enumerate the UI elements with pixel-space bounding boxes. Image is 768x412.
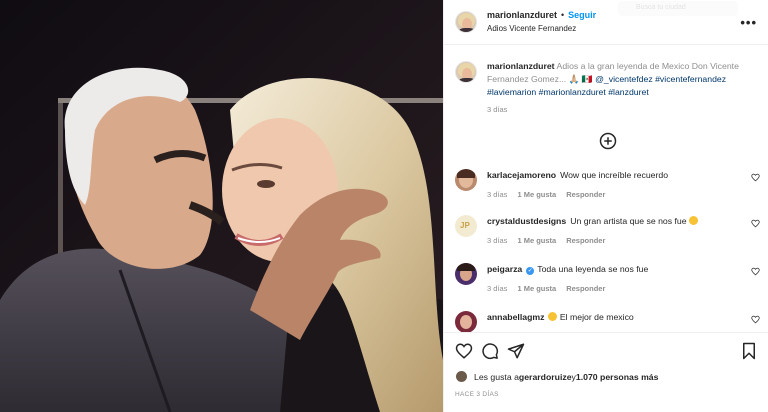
- verified-badge-icon: ✓: [526, 267, 535, 275]
- bookmark-icon[interactable]: [740, 342, 758, 360]
- comment-heart-icon[interactable]: [751, 315, 760, 324]
- post-side-panel: Busca tu ciudad marionlanzduret • Seguir…: [443, 0, 768, 412]
- comment-heart-icon[interactable]: [751, 219, 760, 228]
- paper-plane-icon[interactable]: [507, 342, 525, 360]
- comment-text: Toda una leyenda se nos fue: [537, 264, 649, 274]
- likes-summary[interactable]: Les gusta a gerardoruize y 1.070 persona…: [455, 370, 658, 383]
- commenter-username[interactable]: crystaldustdesigns: [487, 216, 566, 226]
- comment-item: karlacejamoreno Wow que increíble recuerd…: [455, 169, 760, 199]
- location-link[interactable]: Adios Vicente Fernandez: [487, 22, 596, 35]
- more-icon[interactable]: •••: [740, 15, 757, 30]
- comment-likes[interactable]: 1 Me gusta: [517, 190, 556, 199]
- post-date: HACE 3 DÍAS: [455, 391, 499, 398]
- comment-likes[interactable]: 1 Me gusta: [517, 236, 556, 245]
- commenter-username[interactable]: peigarza: [487, 264, 522, 274]
- comment-text: Wow que increíble recuerdo: [560, 170, 669, 180]
- caption-username[interactable]: marionlanzduret: [487, 61, 555, 71]
- post-actions: Les gusta a gerardoruize y 1.070 persona…: [444, 332, 768, 412]
- comment-icon[interactable]: [481, 342, 499, 360]
- heart-icon[interactable]: [455, 342, 473, 360]
- caption-text: marionlanzduret Adios a la gran leyenda …: [487, 60, 757, 99]
- comment-heart-icon[interactable]: [751, 267, 760, 276]
- comment-item: JP crystaldustdesigns Un gran artista que…: [455, 215, 760, 245]
- post-header: marionlanzduret • Seguir Adios Vicente F…: [444, 0, 768, 45]
- header-text: marionlanzduret • Seguir Adios Vicente F…: [487, 9, 596, 35]
- reply-button[interactable]: Responder: [566, 284, 605, 293]
- plus-circle-icon[interactable]: [599, 132, 617, 150]
- comment-likes[interactable]: 1 Me gusta: [517, 284, 556, 293]
- likes-user[interactable]: gerardoruize: [519, 372, 572, 382]
- comments-list[interactable]: marionlanzduret Adios a la gran leyenda …: [444, 45, 768, 332]
- likes-prefix: Les gusta a: [474, 371, 519, 382]
- comment-text: El mejor de mexico: [559, 312, 634, 322]
- post-photo[interactable]: [0, 0, 443, 412]
- comment-text: Un gran artista que se nos fue: [570, 216, 687, 226]
- comment-time: 3 días: [487, 190, 508, 199]
- commenter-avatar[interactable]: [455, 311, 477, 332]
- commenter-avatar[interactable]: [455, 263, 477, 285]
- commenter-avatar[interactable]: JP: [455, 215, 477, 237]
- likes-count[interactable]: 1.070 personas más: [576, 372, 659, 382]
- post-photo-illustration: [0, 0, 443, 412]
- reply-button[interactable]: Responder: [566, 236, 605, 245]
- commenter-username[interactable]: karlacejamoreno: [487, 170, 556, 180]
- comment-item: peigarza ✓ Toda una leyenda se nos fue 3 d…: [455, 263, 760, 293]
- author-username[interactable]: marionlanzduret: [487, 9, 557, 22]
- emoji-icon: [548, 312, 558, 321]
- caption-avatar[interactable]: [455, 61, 477, 83]
- author-avatar[interactable]: [455, 11, 477, 33]
- separator-dot: •: [561, 10, 565, 20]
- emoji-icon: [689, 216, 698, 225]
- commenter-username[interactable]: annabellagmz: [487, 312, 544, 322]
- reply-button[interactable]: Responder: [566, 190, 605, 199]
- caption-time: 3 días: [487, 105, 508, 114]
- post-caption: marionlanzduret Adios a la gran leyenda …: [455, 60, 760, 114]
- comment-time: 3 días: [487, 284, 508, 293]
- comment-item: annabellagmz El mejor de mexico: [455, 311, 760, 332]
- commenter-avatar[interactable]: [455, 169, 477, 191]
- comment-heart-icon[interactable]: [751, 173, 760, 182]
- liker-avatar: [455, 370, 468, 383]
- follow-button[interactable]: Seguir: [568, 9, 596, 22]
- comment-time: 3 días: [487, 236, 508, 245]
